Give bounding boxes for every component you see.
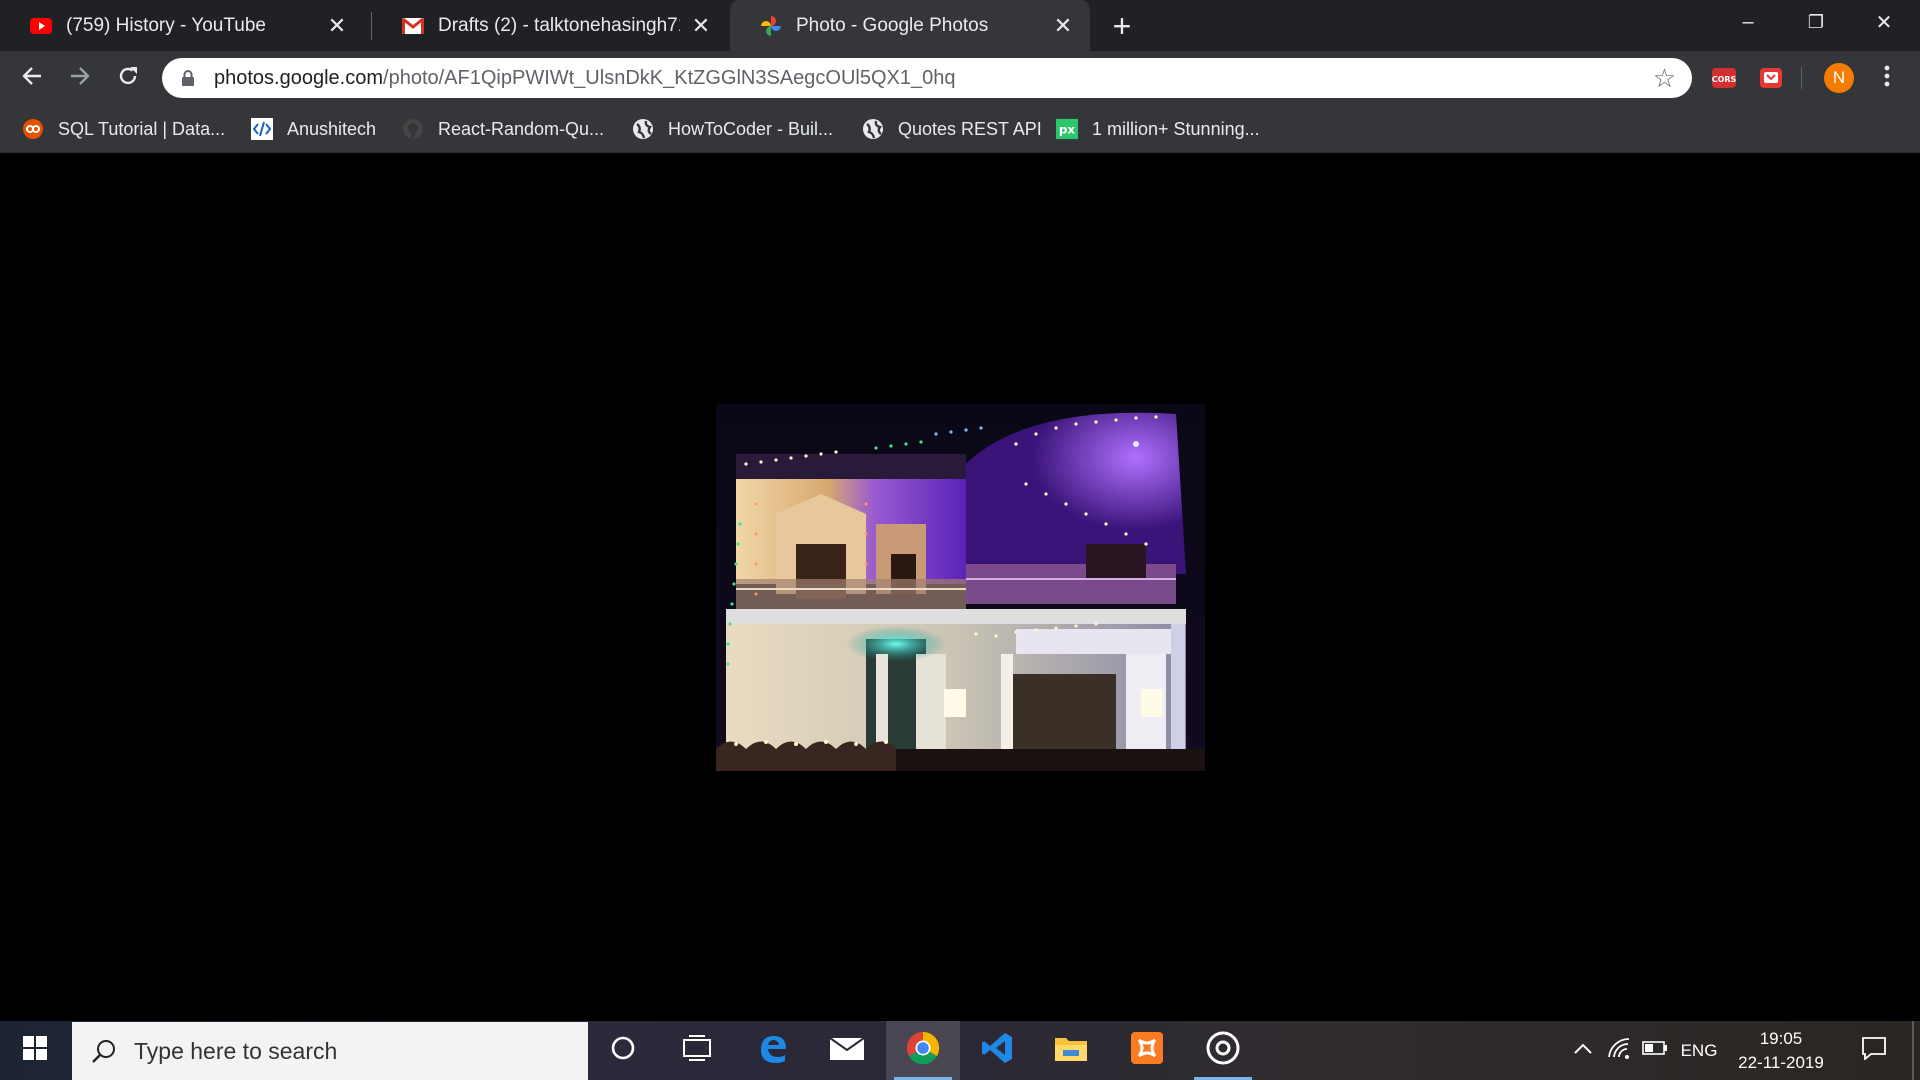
- bookmark-quotes-rest-api[interactable]: Quotes REST API: [862, 105, 1042, 153]
- bookmark-label: SQL Tutorial | Data...: [58, 118, 226, 139]
- svg-text:px: px: [1059, 123, 1076, 137]
- show-desktop-button[interactable]: [1912, 1021, 1914, 1080]
- windows-logo-icon: [23, 1036, 47, 1065]
- edge-icon: [757, 1032, 789, 1069]
- tab-youtube-history[interactable]: (759) History - YouTube ✕: [0, 0, 364, 51]
- search-icon: [90, 1037, 118, 1065]
- chevron-up-icon: [1573, 1042, 1593, 1060]
- folder-icon: [1054, 1034, 1088, 1067]
- clock-time: 19:05: [1759, 1029, 1803, 1048]
- tab-title: Photo - Google Photos: [796, 14, 989, 36]
- chrome-menu-button[interactable]: [1872, 63, 1902, 93]
- input-language-indicator[interactable]: ENG: [1676, 1021, 1722, 1080]
- arrow-left-icon: [21, 63, 43, 94]
- forward-button[interactable]: [62, 60, 98, 96]
- bookmark-label: 1 million+ Stunning...: [1092, 118, 1260, 139]
- task-view-icon: [683, 1035, 711, 1066]
- youtube-icon: [30, 15, 52, 37]
- mail-icon: [829, 1035, 865, 1066]
- windows-taskbar: Type here to search ENG 19:05 22-11-2019: [0, 1021, 1920, 1080]
- back-button[interactable]: [14, 60, 50, 96]
- bookmark-label: Anushitech: [287, 118, 377, 139]
- code-icon: [251, 118, 273, 140]
- minimize-button[interactable]: –: [1714, 0, 1782, 44]
- new-tab-button[interactable]: +: [1104, 8, 1140, 44]
- google-photos-icon: [760, 15, 782, 37]
- house-lights-photo[interactable]: [716, 404, 1205, 771]
- tab-strip: (759) History - YouTube ✕ Drafts (2) - t…: [0, 0, 1920, 51]
- pixabay-icon: px: [1056, 118, 1078, 140]
- task-view-button[interactable]: [660, 1021, 734, 1080]
- tab-gmail-drafts[interactable]: Drafts (2) - talktonehasingh711@ ✕: [372, 0, 728, 51]
- bookmarks-bar: SQL Tutorial | Data... Anushitech React-…: [0, 105, 1920, 153]
- reload-button[interactable]: [110, 60, 146, 96]
- tab-title: (759) History - YouTube: [66, 14, 266, 36]
- cortana-icon: [610, 1035, 636, 1066]
- restore-button[interactable]: ❐: [1782, 0, 1850, 44]
- taskbar-app-mail[interactable]: [810, 1021, 884, 1080]
- github-icon: [402, 118, 424, 140]
- browser-toolbar: photos.google.com/photo/AF1QipPWIWt_Ulsn…: [0, 51, 1920, 105]
- bookmark-star-icon[interactable]: ☆: [1653, 64, 1676, 92]
- cortana-button[interactable]: [586, 1021, 660, 1080]
- wifi-icon: [1607, 1037, 1631, 1064]
- reload-icon: [117, 63, 139, 94]
- globe-icon: [632, 118, 654, 140]
- close-tab-icon[interactable]: ✕: [326, 13, 348, 38]
- pocket-extension-icon[interactable]: [1757, 64, 1785, 92]
- url-host: photos.google.com: [214, 66, 384, 89]
- toolbar-divider: [1801, 67, 1802, 89]
- url-path: /photo/AF1QipPWIWt_UlsnDkK_KtZGGlN3SAegc…: [383, 66, 956, 89]
- action-center-button[interactable]: [1846, 1021, 1902, 1080]
- close-tab-icon[interactable]: ✕: [1052, 13, 1074, 38]
- bookmark-anushitech[interactable]: Anushitech: [251, 105, 376, 153]
- vscode-icon: [980, 1031, 1014, 1070]
- lock-icon: [180, 69, 196, 87]
- taskbar-app-file-explorer[interactable]: [1034, 1021, 1108, 1080]
- bookmark-howtocoder[interactable]: HowToCoder - Buil...: [632, 105, 833, 153]
- clock-date: 22-11-2019: [1738, 1053, 1824, 1072]
- gmail-icon: [402, 15, 424, 37]
- tab-google-photos[interactable]: Photo - Google Photos ✕: [730, 0, 1090, 51]
- tab-title: Drafts (2) - talktonehasingh711@: [438, 14, 680, 36]
- address-bar[interactable]: photos.google.com/photo/AF1QipPWIWt_Ulsn…: [162, 58, 1692, 98]
- taskbar-app-record[interactable]: [1186, 1021, 1260, 1080]
- taskbar-search-box[interactable]: Type here to search: [72, 1022, 588, 1080]
- globe-icon: [862, 118, 884, 140]
- network-button[interactable]: [1604, 1021, 1634, 1080]
- taskbar-app-xampp[interactable]: [1110, 1021, 1184, 1080]
- bookmark-label: Quotes REST API: [898, 118, 1042, 139]
- cors-extension-icon[interactable]: CORS: [1710, 64, 1738, 92]
- bookmark-sql-tutorial[interactable]: SQL Tutorial | Data...: [22, 105, 225, 153]
- bookmark-label: React-Random-Qu...: [438, 118, 605, 139]
- profile-avatar[interactable]: N: [1824, 63, 1854, 93]
- battery-icon: [1642, 1041, 1668, 1060]
- taskbar-app-edge[interactable]: [736, 1021, 810, 1080]
- svg-text:CORS: CORS: [1712, 75, 1737, 84]
- sql-tutorial-icon: [22, 118, 44, 140]
- url-text: photos.google.com/photo/AF1QipPWIWt_Ulsn…: [214, 67, 955, 90]
- show-hidden-icons-button[interactable]: [1566, 1021, 1600, 1080]
- chrome-icon: [906, 1031, 940, 1070]
- notification-icon: [1861, 1036, 1887, 1065]
- bookmark-label: HowToCoder - Buil...: [668, 118, 834, 139]
- search-placeholder: Type here to search: [134, 1037, 338, 1064]
- taskbar-clock[interactable]: 19:05 22-11-2019: [1726, 1027, 1836, 1075]
- bookmark-react-random-quotes[interactable]: React-Random-Qu...: [402, 105, 604, 153]
- close-window-button[interactable]: ✕: [1850, 0, 1918, 44]
- photo-viewer: [0, 154, 1920, 1021]
- more-vertical-icon: [1884, 63, 1890, 94]
- start-button[interactable]: [0, 1021, 70, 1080]
- close-tab-icon[interactable]: ✕: [690, 13, 712, 38]
- bookmark-pixabay[interactable]: px 1 million+ Stunning...: [1056, 105, 1260, 153]
- taskbar-app-chrome[interactable]: [886, 1021, 960, 1080]
- record-icon: [1205, 1030, 1241, 1071]
- battery-button[interactable]: [1638, 1021, 1672, 1080]
- xampp-icon: [1130, 1031, 1164, 1070]
- arrow-right-icon: [69, 63, 91, 94]
- taskbar-app-vscode[interactable]: [960, 1021, 1034, 1080]
